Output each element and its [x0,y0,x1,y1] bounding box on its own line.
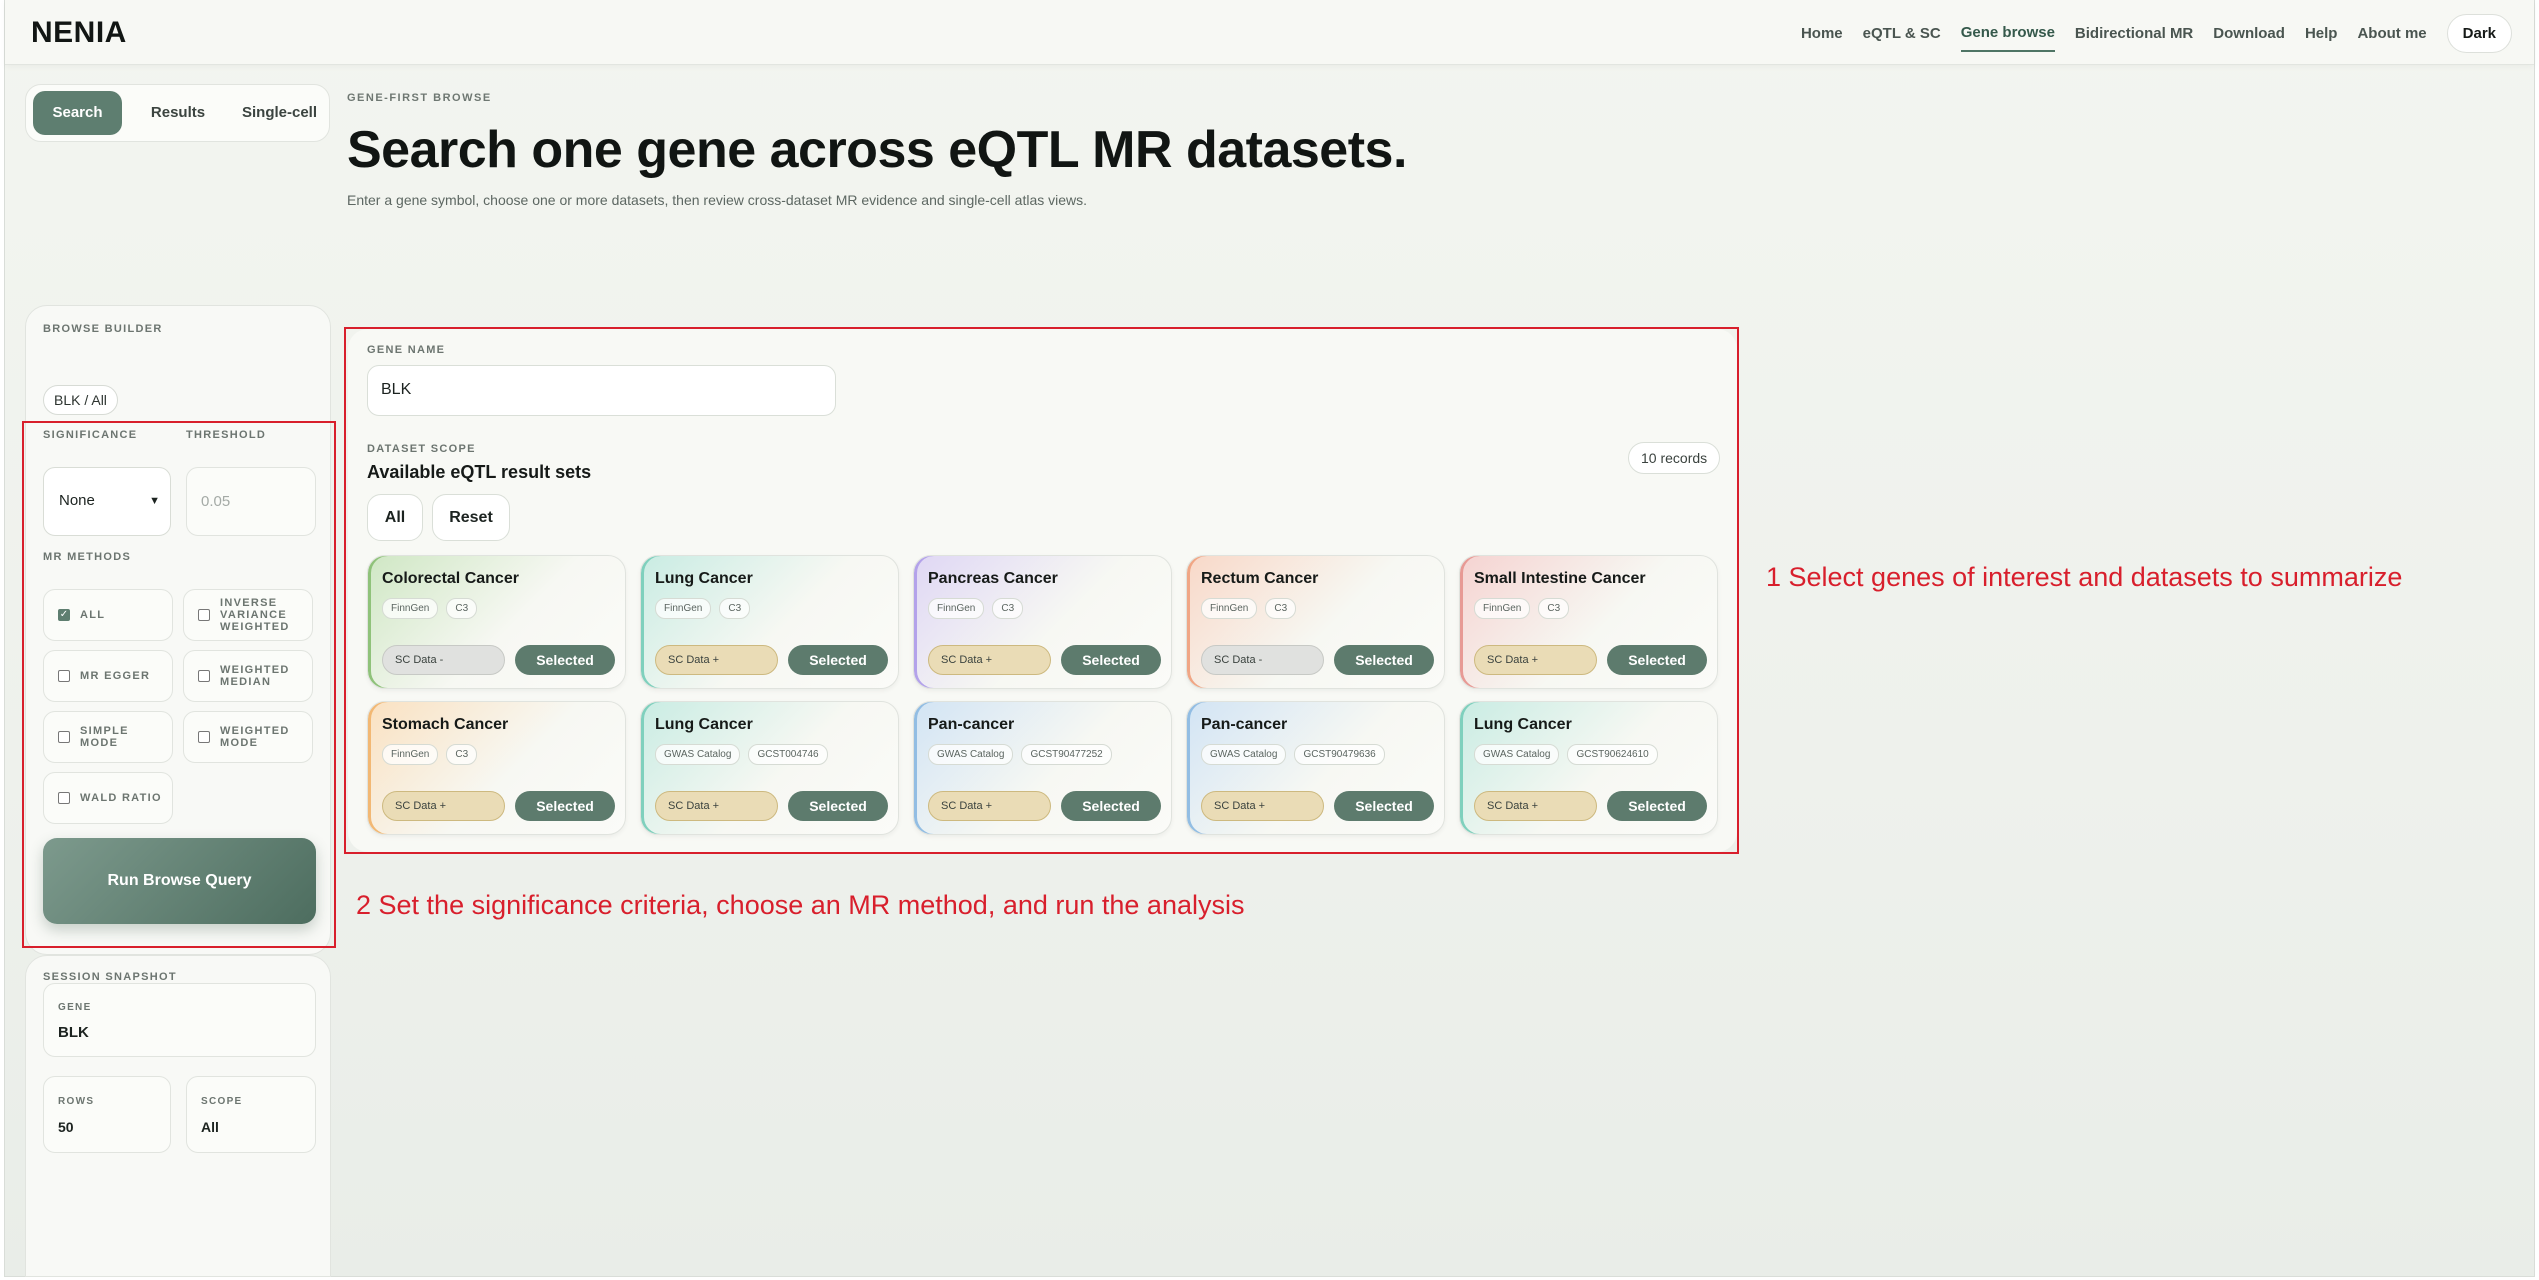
tab-search[interactable]: Search [33,91,122,135]
nav-bidirectional-mr[interactable]: Bidirectional MR [2075,16,2193,51]
theme-toggle-button[interactable]: Dark [2446,14,2512,53]
annotation-box-criteria [22,421,336,948]
nav-gene-browse[interactable]: Gene browse [1960,15,2055,52]
app-window: NENIA Home eQTL & SC Gene browse Bidirec… [4,0,2535,1277]
page-title: Search one gene across eQTL MR datasets. [347,121,1407,179]
tab-results[interactable]: Results [133,91,223,135]
snapshot-scope-box [186,1076,316,1153]
nav-about[interactable]: About me [2357,16,2426,51]
query-chip: BLK / All [43,385,118,415]
nav-links: Home eQTL & SC Gene browse Bidirectional… [1781,14,2512,53]
snapshot-rows-box [43,1076,171,1153]
snapshot-scope-value: All [201,1119,219,1135]
brand-logo[interactable]: NENIA [31,16,127,50]
tab-single-cell[interactable]: Single-cell [233,91,326,135]
top-nav: NENIA Home eQTL & SC Gene browse Bidirec… [5,0,2534,65]
snapshot-gene-value: BLK [58,1024,89,1041]
page-eyebrow: GENE-FIRST BROWSE [347,92,492,104]
builder-label: BROWSE BUILDER [43,323,163,335]
snapshot-gene-label: GENE [58,1002,92,1013]
snapshot-label: SESSION SNAPSHOT [43,971,177,983]
view-tabs: Search Results Single-cell [25,84,330,142]
page-subtitle: Enter a gene symbol, choose one or more … [347,192,1088,208]
snapshot-gene-box [43,983,316,1057]
snapshot-rows-value: 50 [58,1119,74,1135]
nav-help[interactable]: Help [2305,16,2338,51]
annotation-step-2: 2 Set the significance criteria, choose … [356,890,1245,920]
annotation-box-datasets [344,327,1739,854]
nav-home[interactable]: Home [1801,16,1843,51]
annotation-step-1: 1 Select genes of interest and datasets … [1766,562,2403,592]
nav-download[interactable]: Download [2213,16,2285,51]
nav-eqtl-sc[interactable]: eQTL & SC [1863,16,1941,51]
snapshot-rows-label: ROWS [58,1096,95,1107]
snapshot-scope-label: SCOPE [201,1096,243,1107]
